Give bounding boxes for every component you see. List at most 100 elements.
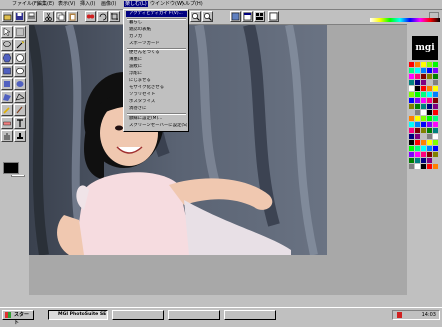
menu-insert[interactable]: 挿入(I) xyxy=(80,1,95,7)
palette-swatch[interactable] xyxy=(415,140,420,145)
palette-swatch[interactable] xyxy=(421,158,426,163)
clone-tool[interactable] xyxy=(14,130,26,142)
palette-swatch[interactable] xyxy=(433,68,438,73)
palette-swatch[interactable] xyxy=(421,62,426,67)
menu-item-swirl[interactable]: 渦巻きに xyxy=(126,106,187,112)
menu-item-posterize[interactable]: ポスタライズ xyxy=(126,99,187,105)
palette-swatch[interactable] xyxy=(415,92,420,97)
palette-swatch[interactable] xyxy=(433,134,438,139)
menu-item-life[interactable]: 暮らし xyxy=(126,20,187,26)
eraser-tool[interactable] xyxy=(1,117,13,129)
palette-swatch[interactable] xyxy=(433,146,438,151)
zoom-out-button[interactable] xyxy=(202,11,213,22)
palette-swatch[interactable] xyxy=(427,122,432,127)
palette-swatch[interactable] xyxy=(409,116,414,121)
palette-swatch[interactable] xyxy=(427,110,432,115)
palette-swatch[interactable] xyxy=(415,146,420,151)
palette-swatch[interactable] xyxy=(409,140,414,145)
lasso-tool[interactable] xyxy=(1,39,13,51)
palette-swatch[interactable] xyxy=(409,122,414,127)
palette-swatch[interactable] xyxy=(415,98,420,103)
polygon-tool[interactable] xyxy=(1,91,13,103)
palette-swatch[interactable] xyxy=(427,98,432,103)
rotate-button[interactable] xyxy=(97,11,108,22)
task-photosuite[interactable]: MGI PhotoSuite SE xyxy=(48,310,108,320)
palette-swatch[interactable] xyxy=(415,86,420,91)
palette-swatch[interactable] xyxy=(421,104,426,109)
brush-tool[interactable] xyxy=(14,104,26,116)
palette-swatch[interactable] xyxy=(427,140,432,145)
palette-swatch[interactable] xyxy=(427,146,432,151)
circle-tool[interactable] xyxy=(14,52,26,64)
palette-swatch[interactable] xyxy=(409,92,414,97)
palette-swatch[interactable] xyxy=(433,140,438,145)
palette-swatch[interactable] xyxy=(421,122,426,127)
cut-button[interactable] xyxy=(43,11,54,22)
palette-swatch[interactable] xyxy=(421,110,426,115)
wand-tool[interactable] xyxy=(14,39,26,51)
palette-swatch[interactable] xyxy=(421,116,426,121)
palette-swatch[interactable] xyxy=(427,80,432,85)
copy-button[interactable] xyxy=(55,11,66,22)
menu-item-ripple[interactable]: 波紋に xyxy=(126,64,187,70)
palette-swatch[interactable] xyxy=(421,86,426,91)
palette-swatch[interactable] xyxy=(433,110,438,115)
zoom-in-button[interactable] xyxy=(190,11,201,22)
palette-swatch[interactable] xyxy=(409,158,414,163)
menu-item-stationery[interactable]: 便せんをつくる xyxy=(126,50,187,56)
color-bar[interactable] xyxy=(370,18,440,22)
palette-swatch[interactable] xyxy=(421,128,426,133)
menu-file[interactable]: ファイル(F) xyxy=(12,1,39,7)
redeye-button[interactable] xyxy=(85,11,96,22)
palette-swatch[interactable] xyxy=(421,98,426,103)
foreground-color-swatch[interactable] xyxy=(3,162,19,174)
paste-button[interactable] xyxy=(67,11,78,22)
palette-swatch[interactable] xyxy=(415,158,420,163)
palette-swatch[interactable] xyxy=(421,92,426,97)
palette-swatch[interactable] xyxy=(415,62,420,67)
palette-swatch[interactable] xyxy=(421,164,426,169)
palette-swatch[interactable] xyxy=(433,92,438,97)
palette-swatch[interactable] xyxy=(421,140,426,145)
menu-item-magazine-cover[interactable]: 雑誌の表紙 xyxy=(126,27,187,33)
palette-swatch[interactable] xyxy=(415,164,420,169)
palette-swatch[interactable] xyxy=(433,104,438,109)
palette-swatch[interactable] xyxy=(421,68,426,73)
menu-item-mosaic[interactable]: モザイク化させる xyxy=(126,85,187,91)
palette-swatch[interactable] xyxy=(427,104,432,109)
select-tool[interactable] xyxy=(1,26,13,38)
palette-swatch[interactable] xyxy=(433,158,438,163)
menu-item-emboss[interactable]: 浮彫に xyxy=(126,71,187,77)
menu-item-ink[interactable]: 薄墨に xyxy=(126,57,187,63)
palette-swatch[interactable] xyxy=(433,74,438,79)
palette-swatch[interactable] xyxy=(409,80,414,85)
palette-swatch[interactable] xyxy=(421,152,426,157)
palette-swatch[interactable] xyxy=(409,134,414,139)
palette-swatch[interactable] xyxy=(409,68,414,73)
palette-swatch[interactable] xyxy=(433,152,438,157)
palette-swatch[interactable] xyxy=(427,68,432,73)
palette-swatch[interactable] xyxy=(421,74,426,79)
photo-button[interactable] xyxy=(230,11,241,22)
pencil-tool[interactable] xyxy=(1,104,13,116)
palette-swatch[interactable] xyxy=(427,62,432,67)
text-tool[interactable] xyxy=(14,117,26,129)
marquee-tool[interactable] xyxy=(14,26,26,38)
palette-swatch[interactable] xyxy=(415,128,420,133)
menu-enjoy[interactable]: 楽しむ(L) xyxy=(124,1,148,7)
help-button[interactable] xyxy=(268,11,279,22)
menu-image[interactable]: 画像(I) xyxy=(101,1,116,7)
menu-window[interactable]: ウインドウ(W) xyxy=(150,1,184,7)
palette-swatch[interactable] xyxy=(433,122,438,127)
task-window-2[interactable] xyxy=(112,310,164,320)
hexagon-tool[interactable] xyxy=(1,52,13,64)
palette-swatch[interactable] xyxy=(409,86,414,91)
palette-swatch[interactable] xyxy=(433,164,438,169)
palette-swatch[interactable] xyxy=(415,134,420,139)
palette-swatch[interactable] xyxy=(427,86,432,91)
task-window-3[interactable] xyxy=(168,310,220,320)
palette-swatch[interactable] xyxy=(427,92,432,97)
palette-swatch[interactable] xyxy=(415,116,420,121)
palette-swatch[interactable] xyxy=(427,74,432,79)
palette-swatch[interactable] xyxy=(433,80,438,85)
